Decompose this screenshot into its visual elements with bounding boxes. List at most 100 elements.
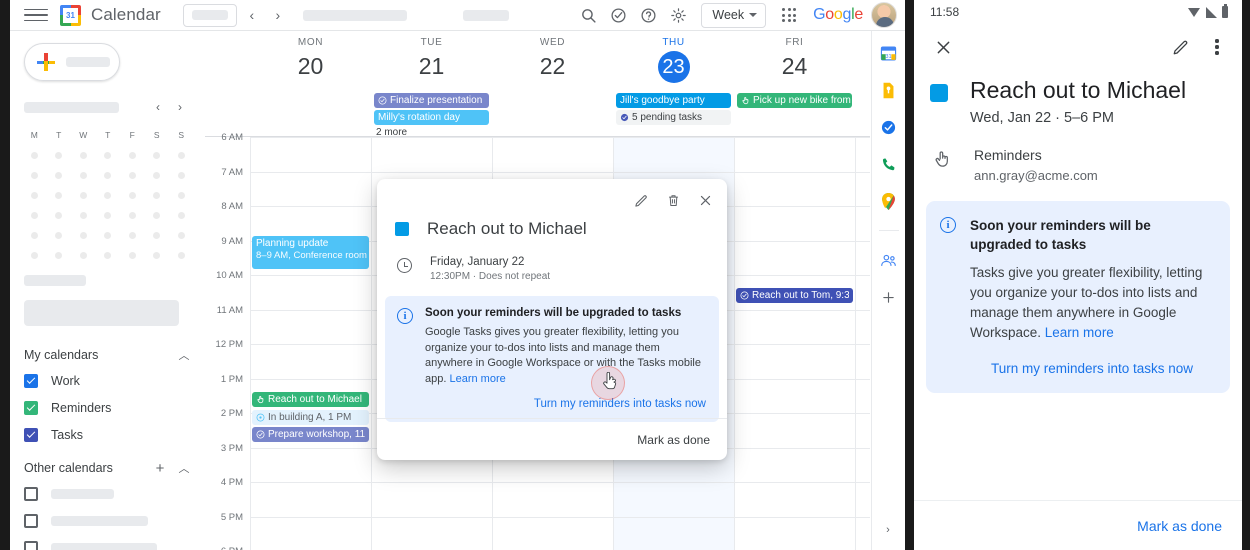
- mini-calendar-day[interactable]: [145, 205, 170, 225]
- day-header-fri[interactable]: FRI 24: [734, 37, 855, 81]
- maps-icon[interactable]: [879, 191, 899, 211]
- mini-calendar-day[interactable]: [71, 245, 96, 265]
- mini-calendar-day[interactable]: [96, 145, 121, 165]
- pencil-icon[interactable]: [628, 187, 654, 213]
- phone-learn-more-link[interactable]: Learn more: [1045, 325, 1114, 340]
- close-icon[interactable]: [928, 32, 958, 62]
- mini-calendar-day[interactable]: [96, 185, 121, 205]
- support-icon[interactable]: [604, 1, 632, 29]
- create-button[interactable]: [24, 43, 120, 81]
- today-button[interactable]: [182, 3, 237, 27]
- my-calendars-header[interactable]: My calendars ︿: [24, 347, 192, 363]
- mini-calendar-day[interactable]: [47, 145, 72, 165]
- mini-calendar-day[interactable]: [120, 165, 145, 185]
- mini-calendar-day[interactable]: [96, 225, 121, 245]
- close-icon[interactable]: [692, 187, 718, 213]
- mini-calendar-day[interactable]: [145, 165, 170, 185]
- search-icon[interactable]: [574, 1, 602, 29]
- voice-icon[interactable]: [879, 154, 899, 174]
- day-number[interactable]: 24: [734, 51, 855, 81]
- calendar-list-item[interactable]: Reminders: [24, 399, 205, 417]
- all-day-event[interactable]: Finalize presentation: [374, 93, 489, 108]
- mini-calendar-day[interactable]: [71, 225, 96, 245]
- popup-learn-more-link[interactable]: Learn more: [449, 373, 505, 385]
- mini-calendar-day[interactable]: [71, 205, 96, 225]
- pencil-icon[interactable]: [1166, 32, 1196, 62]
- mini-calendar-day[interactable]: [22, 185, 47, 205]
- mini-calendar-day[interactable]: [96, 205, 121, 225]
- calendar-checkbox[interactable]: [24, 428, 38, 442]
- mini-calendar-day[interactable]: [169, 245, 194, 265]
- mini-calendar-day[interactable]: [120, 145, 145, 165]
- calendar-checkbox[interactable]: [24, 514, 38, 528]
- mini-calendar-day[interactable]: [145, 145, 170, 165]
- contacts-icon[interactable]: [879, 250, 899, 270]
- prev-week-button[interactable]: ‹: [241, 4, 263, 26]
- popup-convert-cta[interactable]: Turn my reminders into tasks now: [425, 398, 706, 410]
- mini-calendar-day[interactable]: [22, 165, 47, 185]
- add-addon-icon[interactable]: [879, 287, 899, 307]
- mini-prev-icon[interactable]: ‹: [148, 97, 168, 117]
- calendar-list-item[interactable]: Tasks: [24, 426, 205, 444]
- tasks-icon[interactable]: [879, 117, 899, 137]
- mini-calendar-day[interactable]: [22, 225, 47, 245]
- calendar-checkbox[interactable]: [24, 541, 38, 550]
- day-header-thu[interactable]: THU 23: [613, 37, 734, 83]
- mini-calendar-day[interactable]: [120, 185, 145, 205]
- trash-icon[interactable]: [660, 187, 686, 213]
- all-day-event[interactable]: 5 pending tasks: [616, 110, 731, 125]
- next-week-button[interactable]: ›: [267, 4, 289, 26]
- calendar-list-item[interactable]: [24, 485, 205, 503]
- mini-calendar-day[interactable]: [145, 245, 170, 265]
- calendar-list-item[interactable]: [24, 512, 205, 530]
- day-number[interactable]: 22: [492, 51, 613, 81]
- all-day-event[interactable]: Pick up new bike from th: [737, 93, 852, 108]
- mini-calendar-day[interactable]: [22, 205, 47, 225]
- mini-calendar-day[interactable]: [47, 185, 72, 205]
- mini-calendar-day[interactable]: [71, 185, 96, 205]
- day-number[interactable]: 20: [250, 51, 371, 81]
- day-number[interactable]: 23: [657, 51, 690, 83]
- help-icon[interactable]: [634, 1, 662, 29]
- keep-icon[interactable]: [879, 80, 899, 100]
- day-number[interactable]: 21: [371, 51, 492, 81]
- mini-calendar-day[interactable]: [169, 225, 194, 245]
- calendar-event[interactable]: Reach out to Michael: [252, 392, 369, 407]
- mini-calendar-day[interactable]: [145, 185, 170, 205]
- mini-calendar-day[interactable]: [71, 165, 96, 185]
- day-header-mon[interactable]: MON 20: [250, 37, 371, 81]
- mini-calendar-day[interactable]: [47, 245, 72, 265]
- calendar-event[interactable]: Planning update 8–9 AM, Conference room 2: [252, 236, 369, 269]
- chevron-up-icon[interactable]: ︿: [176, 460, 192, 476]
- calendar-checkbox[interactable]: [24, 374, 38, 388]
- mini-calendar-day[interactable]: [169, 165, 194, 185]
- all-day-event[interactable]: Jill's goodbye party: [616, 93, 731, 108]
- calendar-list-item[interactable]: Work: [24, 372, 205, 390]
- mini-calendar-day[interactable]: [47, 225, 72, 245]
- avatar[interactable]: [871, 2, 897, 28]
- phone-convert-cta[interactable]: Turn my reminders into tasks now: [970, 361, 1214, 376]
- calendar-icon[interactable]: 31: [879, 43, 899, 63]
- chevron-up-icon[interactable]: ︿: [176, 347, 192, 363]
- view-selector[interactable]: Week: [701, 2, 767, 28]
- all-day-event[interactable]: Milly's rotation day: [374, 110, 489, 125]
- calendar-event[interactable]: In building A, 1 PM: [252, 410, 369, 425]
- other-calendars-header[interactable]: Other calendars + ︿: [24, 460, 192, 477]
- calendar-checkbox[interactable]: [24, 401, 38, 415]
- mini-calendar-day[interactable]: [96, 165, 121, 185]
- calendar-checkbox[interactable]: [24, 487, 38, 501]
- mini-calendar-day[interactable]: [169, 145, 194, 165]
- calendar-event[interactable]: Prepare workshop, 11 AM: [252, 427, 369, 442]
- more-vert-icon[interactable]: [1202, 32, 1232, 62]
- calendar-event[interactable]: Reach out to Tom, 9:30 AM: [736, 288, 853, 303]
- day-header-tue[interactable]: TUE 21: [371, 37, 492, 81]
- mini-calendar-day[interactable]: [22, 245, 47, 265]
- mini-calendar-day[interactable]: [120, 205, 145, 225]
- mini-calendar-day[interactable]: [120, 225, 145, 245]
- popup-mark-as-done-button[interactable]: Mark as done: [637, 433, 710, 447]
- expand-rail-icon[interactable]: ›: [871, 518, 905, 542]
- apps-grid-icon[interactable]: [775, 1, 803, 29]
- phone-mark-as-done-button[interactable]: Mark as done: [1137, 518, 1222, 534]
- mini-calendar-days[interactable]: [22, 145, 194, 265]
- calendar-list-item[interactable]: [24, 539, 205, 550]
